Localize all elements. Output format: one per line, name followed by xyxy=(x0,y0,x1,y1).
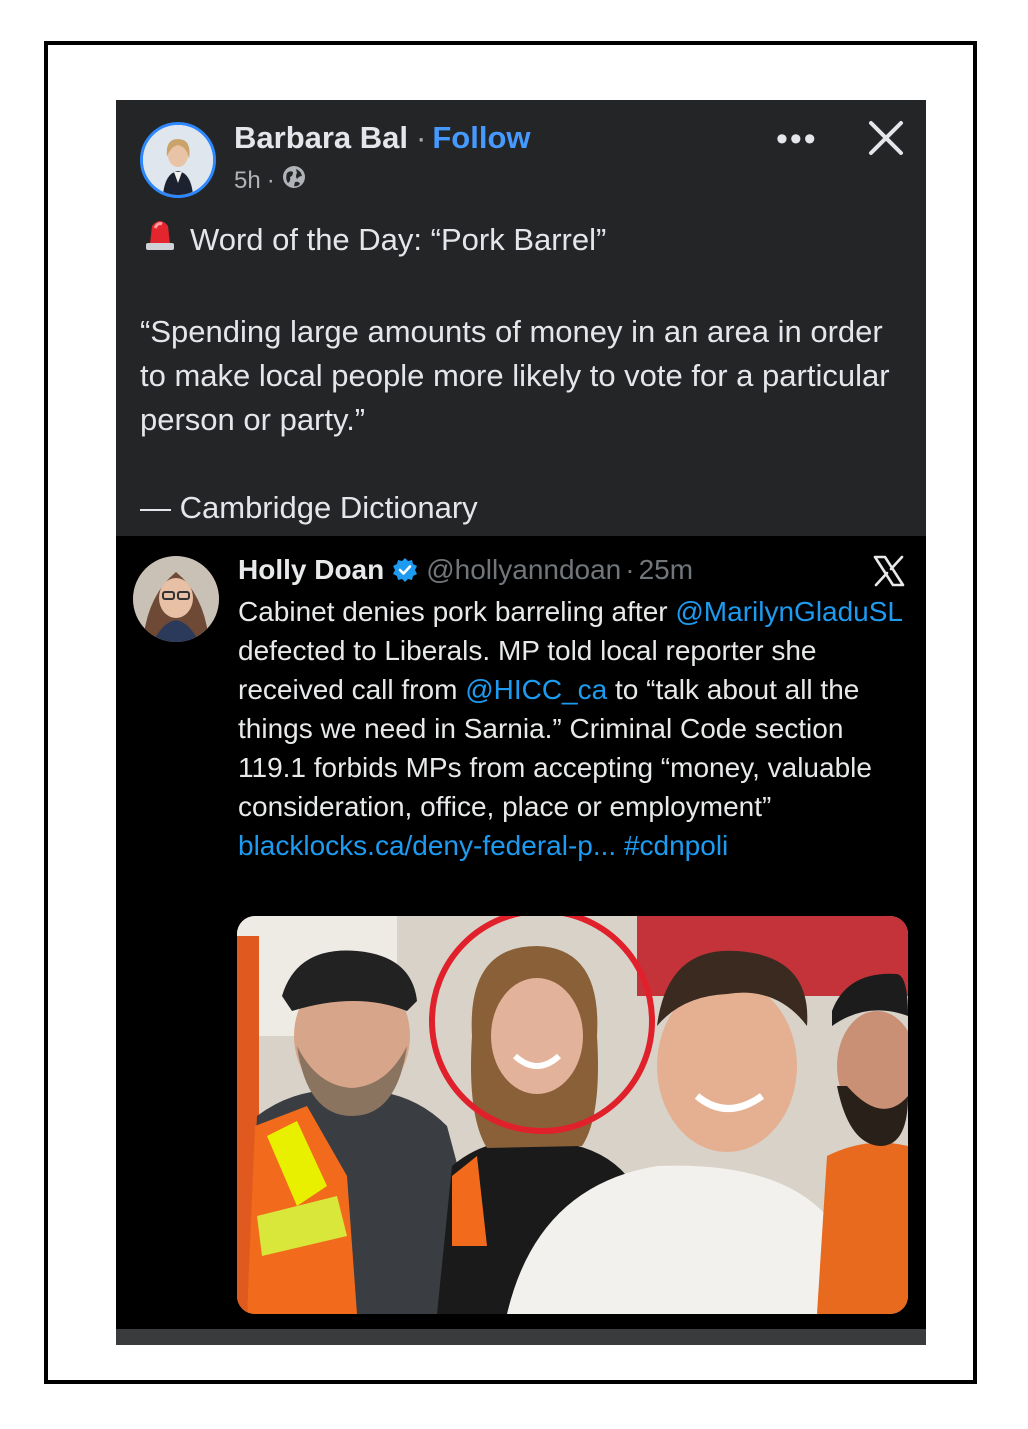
separator-dot: · xyxy=(416,120,427,155)
tweet-text-part-1: Cabinet denies pork barreling after xyxy=(238,596,676,627)
siren-emoji-icon xyxy=(140,214,180,266)
mention-link-2[interactable]: @HICC_ca xyxy=(465,674,607,705)
post-meta: 5h · xyxy=(234,164,307,197)
x-logo-icon xyxy=(872,554,906,588)
globe-icon xyxy=(281,164,307,197)
more-options-icon[interactable]: ••• xyxy=(776,120,818,159)
tweet-author-name[interactable]: Holly Doan xyxy=(238,554,384,586)
word-of-day-line: Word of the Day: “Pork Barrel” xyxy=(140,214,900,266)
verified-badge-icon xyxy=(392,557,418,583)
article-link[interactable]: blacklocks.ca/deny-federal-p... xyxy=(238,830,616,861)
tweet-header: Holly Doan @hollyanndoan · 25m xyxy=(238,554,693,586)
post-time[interactable]: 5h xyxy=(234,167,261,195)
definition-text: “Spending large amounts of money in an a… xyxy=(140,314,890,437)
source-text: — Cambridge Dictionary xyxy=(140,490,478,525)
tweet-text: Cabinet denies pork barreling after @Mar… xyxy=(238,592,918,865)
post-header: Barbara Bal · Follow 5h · ••• xyxy=(116,100,926,210)
tweet-photo[interactable] xyxy=(237,916,908,1314)
author-avatar[interactable] xyxy=(140,122,216,198)
post-bottom-bar xyxy=(116,1329,926,1345)
close-icon[interactable] xyxy=(866,118,906,158)
word-of-day-text: Word of the Day: “Pork Barrel” xyxy=(190,222,607,257)
post-body: Word of the Day: “Pork Barrel” “Spending… xyxy=(140,214,900,530)
follow-button[interactable]: Follow xyxy=(432,120,530,155)
author-name[interactable]: Barbara Bal xyxy=(234,120,408,155)
tweet-separator: · xyxy=(625,554,635,585)
facebook-post: Barbara Bal · Follow 5h · ••• Word of th… xyxy=(116,100,926,1345)
hashtag-link[interactable]: #cdnpoli xyxy=(624,830,728,861)
meta-separator: · xyxy=(266,166,275,194)
tweet-handle[interactable]: @hollyanndoan xyxy=(426,554,621,586)
mention-link-1[interactable]: @MarilynGladuSL xyxy=(675,596,902,627)
tweet-time[interactable]: 25m xyxy=(639,554,693,586)
embedded-tweet[interactable]: Holly Doan @hollyanndoan · 25m Cabinet d… xyxy=(116,536,926,1329)
author-line: Barbara Bal · Follow xyxy=(234,120,531,156)
tweet-author-avatar[interactable] xyxy=(133,556,219,642)
